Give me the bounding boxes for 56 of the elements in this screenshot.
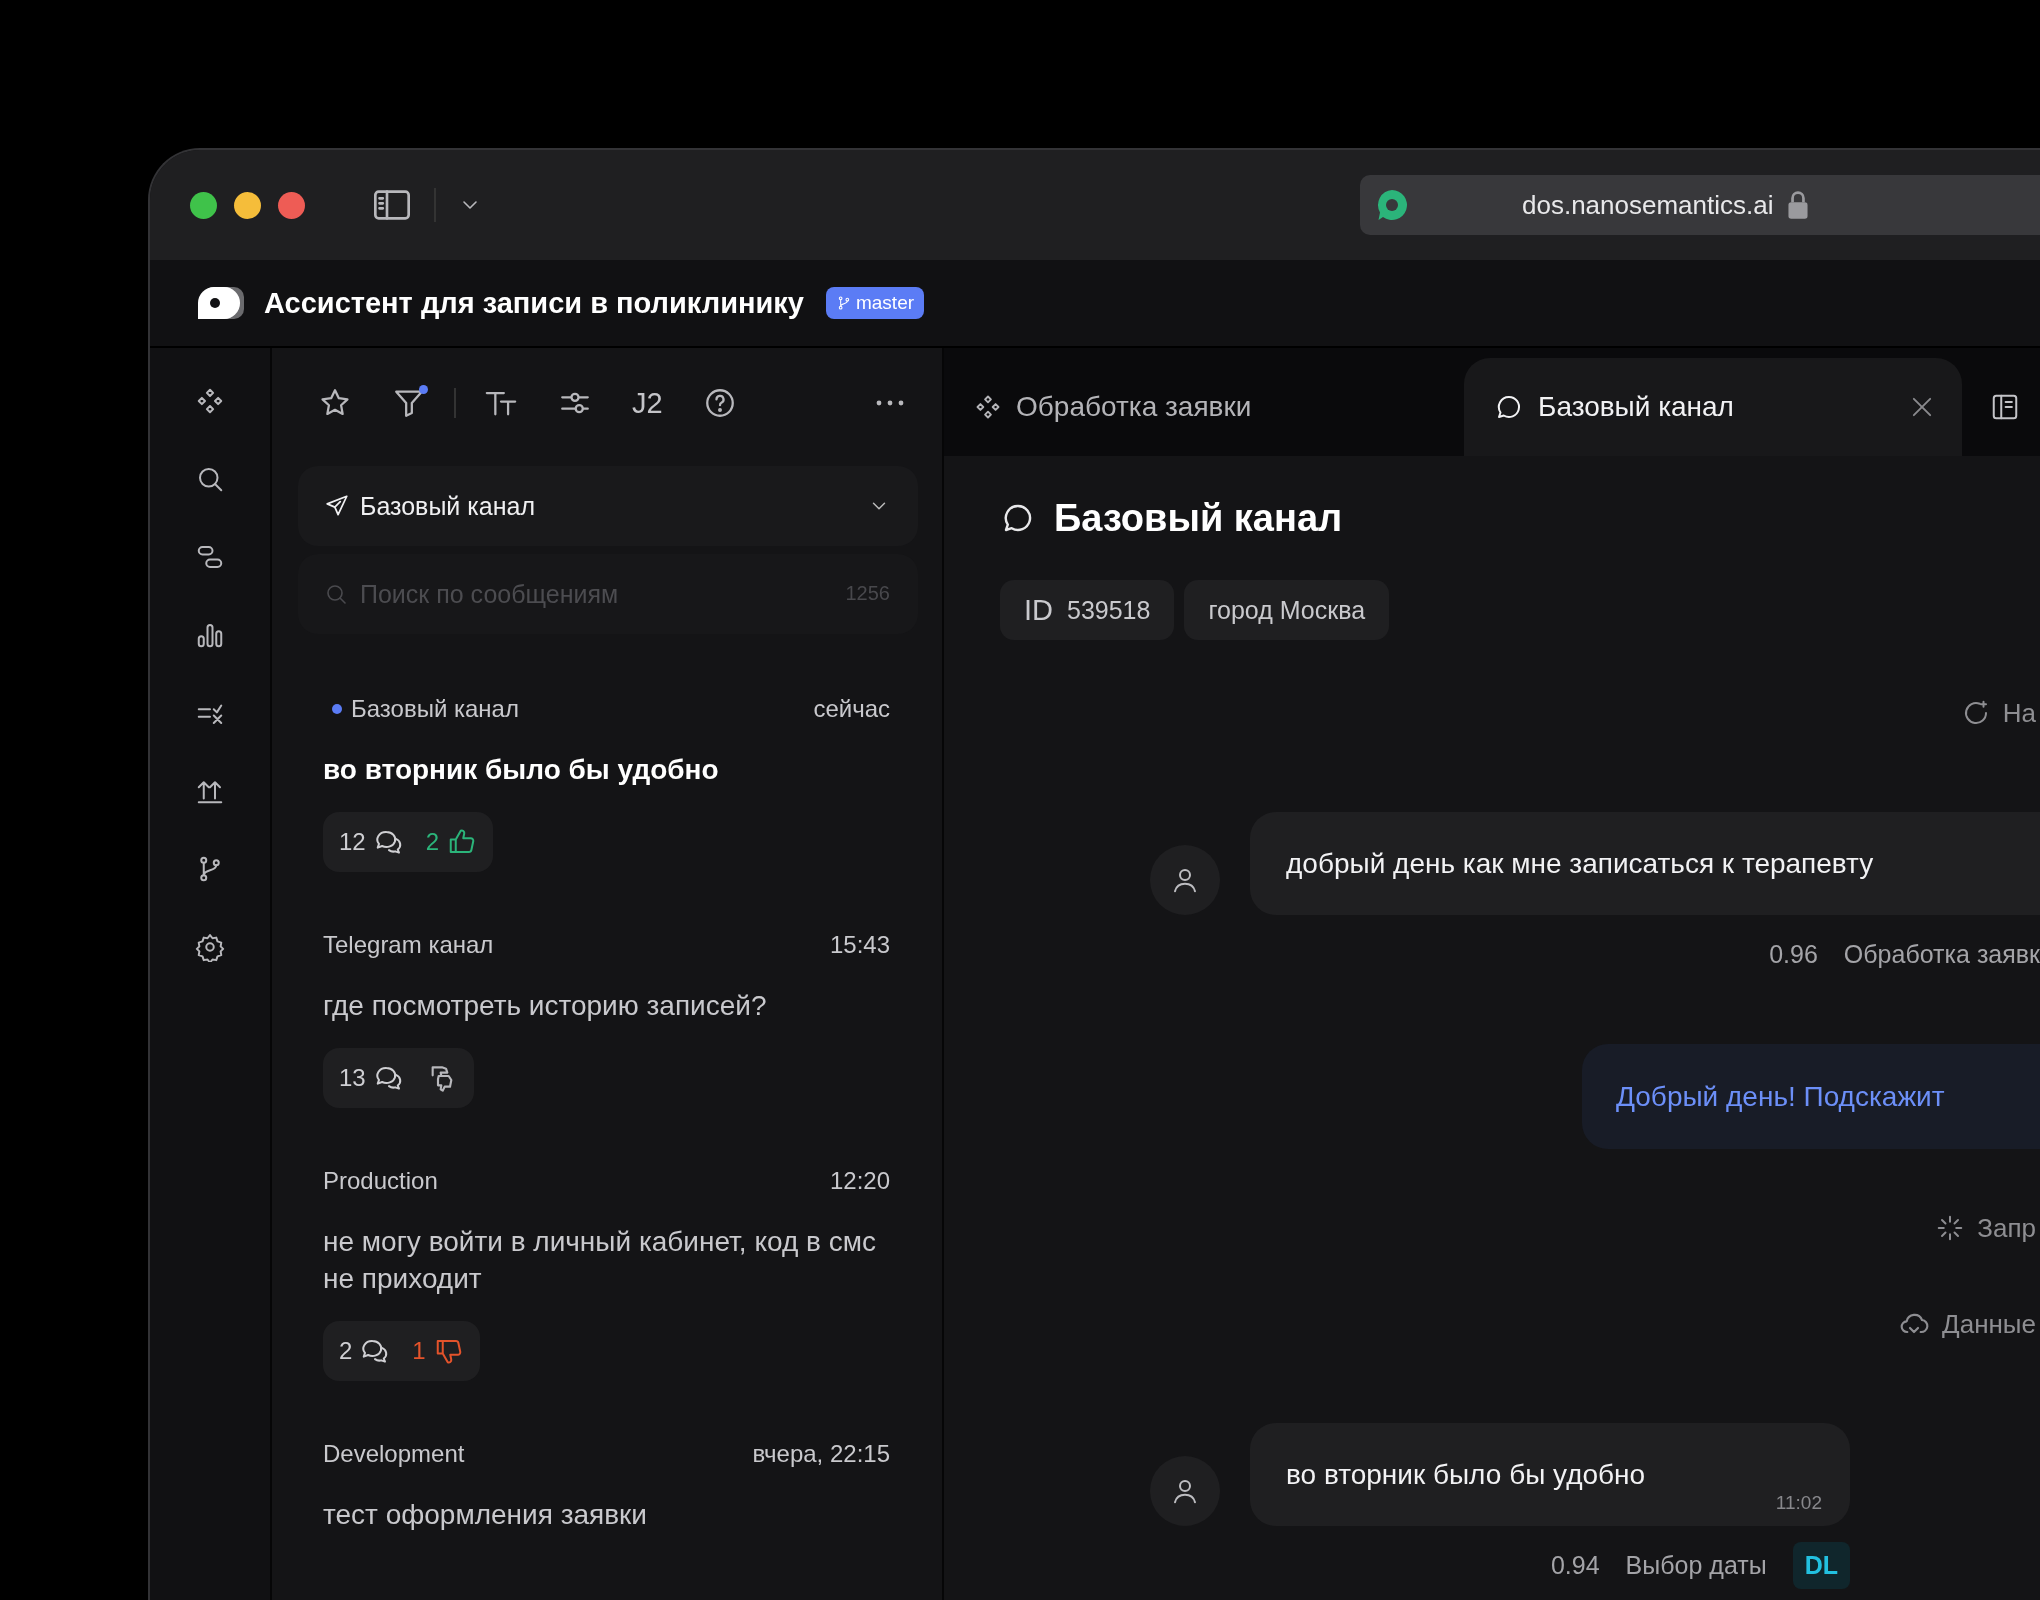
likes-count: 2 <box>425 827 478 857</box>
comments-count: 12 <box>339 827 404 857</box>
chip-label: ID <box>1024 593 1053 627</box>
channel-name: Базовый канал <box>351 694 519 724</box>
confidence-score: 0.96 <box>1769 940 1818 969</box>
message-time: 11:02 <box>1775 1492 1822 1514</box>
chip-value: 539518 <box>1067 595 1151 625</box>
url-text: dos.nanosemantics.ai <box>1522 189 1774 221</box>
message-text: во вторник было бы удобно <box>1286 1458 1646 1491</box>
app-title: Ассистент для записи в поликлинику <box>264 286 804 320</box>
message-text: добрый день как мне записаться к терапевту <box>1286 847 1874 880</box>
event-text: На <box>2002 697 2036 730</box>
conversation-message[interactable]: тест оформления заявки <box>323 1496 890 1533</box>
more-icon <box>876 400 904 406</box>
intent-label: Выбор даты <box>1625 1551 1767 1580</box>
conversation-time: 15:43 <box>829 930 890 960</box>
window-minimize-button[interactable] <box>234 191 261 219</box>
unread-dot <box>332 704 342 714</box>
tag: DL <box>1792 1542 1850 1589</box>
intent-label: Обработка заявк <box>1843 940 2040 969</box>
components-icon <box>195 386 225 416</box>
version-button[interactable]: J2 <box>632 386 663 420</box>
event-text: Данные <box>1942 1308 2036 1341</box>
conversation-message[interactable]: не могу войти в личный кабинет, код в смс не приходит <box>323 1223 890 1297</box>
settings-icon <box>195 932 225 962</box>
rail-button[interactable] <box>195 932 225 962</box>
conversation-message[interactable]: во вторник было бы удобно <box>323 751 890 788</box>
branch-badge[interactable]: master <box>825 287 925 319</box>
channel-name: Development <box>323 1439 465 1469</box>
channel-name: Telegram канал <box>323 930 494 960</box>
components-icon <box>974 393 1002 421</box>
confidence-score: 0.94 <box>1550 1551 1600 1580</box>
channel-select[interactable]: Базовый канал <box>298 466 918 546</box>
comments-count: 2 <box>339 1336 391 1366</box>
chip-value: город Москва <box>1208 595 1366 625</box>
address-bar[interactable]: dos.nanosemantics.ai <box>1360 175 2040 235</box>
window-zoom-button[interactable] <box>190 191 217 219</box>
lock-icon <box>1787 190 1810 220</box>
conversation-time: сейчас <box>813 694 890 724</box>
book-icon <box>1990 392 2020 422</box>
event-text: Запр <box>1977 1212 2036 1245</box>
comments-count: 13 <box>339 1063 404 1093</box>
conversation-time: вчера, 22:15 <box>752 1439 890 1469</box>
tab[interactable]: Базовый канал <box>1464 358 1962 456</box>
app-logo <box>196 285 246 321</box>
channel-name: Production <box>323 1166 438 1196</box>
bot-message: Добрый день! Подскажит <box>1582 1044 2040 1149</box>
conversation-time: 12:20 <box>829 1166 890 1196</box>
search-icon <box>324 582 348 606</box>
window-close-button[interactable] <box>278 191 305 219</box>
dialog-title: Базовый канал <box>1054 496 1343 540</box>
dislikes-count: 1 <box>412 1336 464 1366</box>
more-button[interactable] <box>876 400 904 406</box>
rail-button[interactable] <box>195 386 225 416</box>
filter-button[interactable] <box>392 386 426 420</box>
conversation-message[interactable]: где посмотреть историю записей? <box>323 987 890 1024</box>
